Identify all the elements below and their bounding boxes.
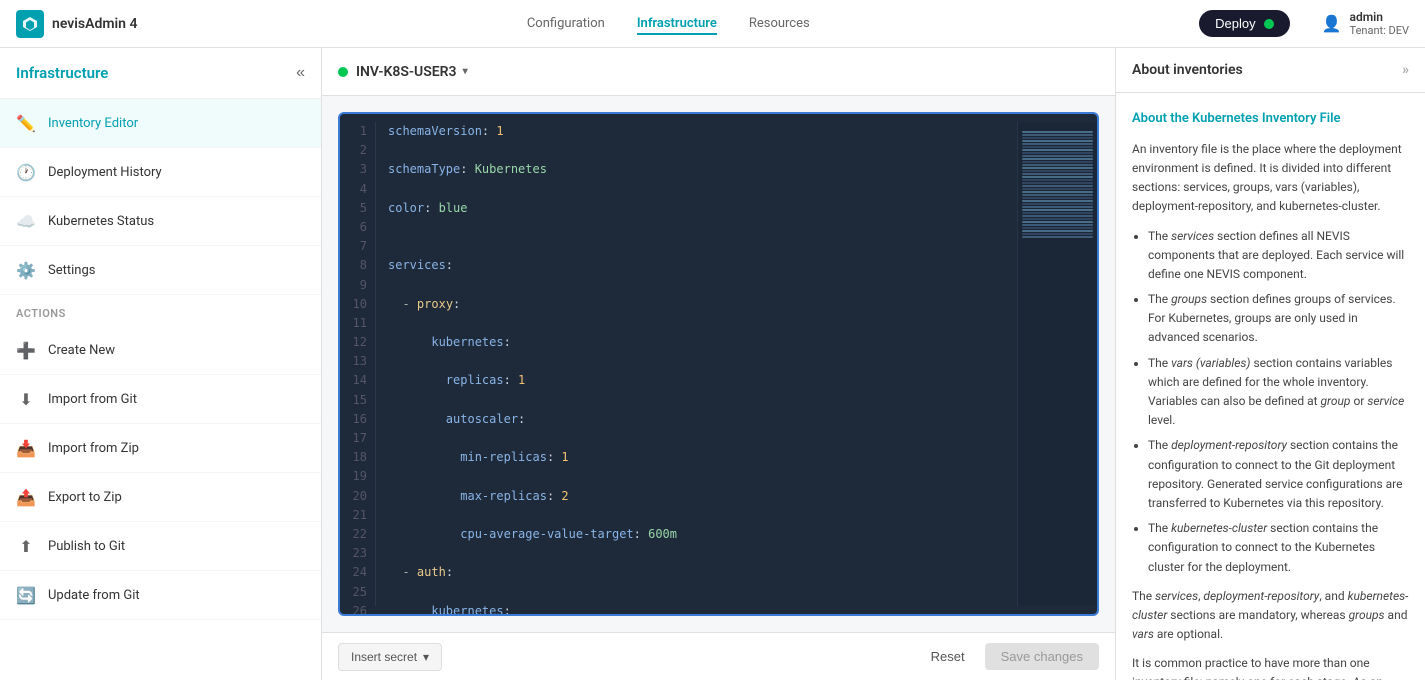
sidebar-header: Infrastructure « bbox=[0, 48, 321, 99]
content-toolbar: INV-K8S-USER3 ▾ bbox=[322, 48, 1115, 96]
sidebar-collapse-button[interactable]: « bbox=[296, 64, 305, 82]
about-list-item: The deployment-repository section contai… bbox=[1148, 436, 1409, 513]
update-git-icon: 🔄 bbox=[16, 585, 36, 605]
sidebar-item-label: Settings bbox=[48, 263, 95, 278]
insert-secret-label: Insert secret bbox=[351, 650, 417, 664]
about-list-item: The vars (variables) section contains va… bbox=[1148, 354, 1409, 431]
footer-right: Reset Save changes bbox=[919, 643, 1099, 670]
chevron-down-icon: ▾ bbox=[463, 66, 468, 77]
action-update-from-git[interactable]: 🔄 Update from Git bbox=[0, 571, 321, 620]
about-para1: The services, deployment-repository, and… bbox=[1132, 587, 1409, 645]
sidebar-title: Infrastructure bbox=[16, 64, 108, 82]
app-body: Infrastructure « ✏️ Inventory Editor 🕐 D… bbox=[0, 48, 1425, 680]
create-new-icon: ➕ bbox=[16, 340, 36, 360]
about-list: The services section defines all NEVIS c… bbox=[1148, 227, 1409, 577]
action-create-new[interactable]: ➕ Create New bbox=[0, 326, 321, 375]
action-publish-to-git[interactable]: ⬆ Publish to Git bbox=[0, 522, 321, 571]
inventory-editor-icon: ✏️ bbox=[16, 113, 36, 133]
about-list-item: The services section defines all NEVIS c… bbox=[1148, 227, 1409, 285]
line-numbers: 12345 678910 1112131415 1617181920 21222… bbox=[340, 122, 376, 606]
inventory-name: INV-K8S-USER3 bbox=[356, 64, 457, 80]
nav-infrastructure[interactable]: Infrastructure bbox=[637, 12, 717, 35]
action-label: Update from Git bbox=[48, 588, 140, 603]
sidebar-item-inventory-editor[interactable]: ✏️ Inventory Editor bbox=[0, 99, 321, 148]
top-nav: nevisAdmin 4 Configuration Infrastructur… bbox=[0, 0, 1425, 48]
publish-git-icon: ⬆ bbox=[16, 536, 36, 556]
sidebar-item-label: Inventory Editor bbox=[48, 116, 138, 131]
import-git-icon: ⬇ bbox=[16, 389, 36, 409]
about-intro: An inventory file is the place where the… bbox=[1132, 140, 1409, 217]
sidebar-item-label: Kubernetes Status bbox=[48, 214, 154, 229]
minimap bbox=[1017, 122, 1097, 606]
deployment-history-icon: 🕐 bbox=[16, 162, 36, 182]
right-panel-title: About inventories bbox=[1132, 62, 1243, 78]
nav-links: Configuration Infrastructure Resources bbox=[169, 12, 1167, 35]
sidebar-item-deployment-history[interactable]: 🕐 Deployment History bbox=[0, 148, 321, 197]
expand-icon[interactable]: » bbox=[1402, 62, 1409, 78]
right-panel: About inventories » About the Kubernetes… bbox=[1115, 48, 1425, 680]
right-panel-content: About the Kubernetes Inventory File An i… bbox=[1116, 93, 1425, 680]
about-para2: It is common practice to have more than … bbox=[1132, 654, 1409, 680]
inventory-selector[interactable]: INV-K8S-USER3 ▾ bbox=[356, 64, 468, 80]
action-label: Create New bbox=[48, 343, 115, 358]
deploy-status-dot bbox=[1264, 19, 1274, 29]
action-import-from-git[interactable]: ⬇ Import from Git bbox=[0, 375, 321, 424]
code-editor[interactable]: 12345 678910 1112131415 1617181920 21222… bbox=[338, 112, 1099, 616]
user-icon: 👤 bbox=[1322, 14, 1342, 33]
action-label: Import from Zip bbox=[48, 441, 139, 456]
app-name: nevisAdmin 4 bbox=[52, 16, 137, 32]
action-label: Export to Zip bbox=[48, 490, 122, 505]
insert-secret-button[interactable]: Insert secret ▾ bbox=[338, 643, 442, 671]
tenant-label: Tenant: DEV bbox=[1350, 24, 1409, 37]
app-logo[interactable]: nevisAdmin 4 bbox=[16, 10, 137, 38]
sidebar-item-label: Deployment History bbox=[48, 165, 162, 180]
sidebar-item-kubernetes-status[interactable]: ☁️ Kubernetes Status bbox=[0, 197, 321, 246]
editor-footer: Insert secret ▾ Reset Save changes bbox=[322, 632, 1115, 680]
sidebar-item-settings[interactable]: ⚙️ Settings bbox=[0, 246, 321, 295]
about-list-item: The groups section defines groups of ser… bbox=[1148, 290, 1409, 348]
code-lines: 12345 678910 1112131415 1617181920 21222… bbox=[340, 114, 1097, 614]
export-zip-icon: 📤 bbox=[16, 487, 36, 507]
main-content: INV-K8S-USER3 ▾ 12345 678910 1112131415 … bbox=[322, 48, 1115, 680]
settings-icon: ⚙️ bbox=[16, 260, 36, 280]
user-name: admin bbox=[1350, 10, 1409, 24]
code-content: schemaVersion: 1 schemaType: Kubernetes … bbox=[376, 122, 1017, 606]
nav-configuration[interactable]: Configuration bbox=[527, 12, 605, 35]
kubernetes-status-icon: ☁️ bbox=[16, 211, 36, 231]
inventory-status-dot bbox=[338, 67, 348, 77]
deploy-button[interactable]: Deploy bbox=[1199, 10, 1289, 37]
sidebar: Infrastructure « ✏️ Inventory Editor 🕐 D… bbox=[0, 48, 322, 680]
about-list-item: The kubernetes-cluster section contains … bbox=[1148, 519, 1409, 577]
action-label: Publish to Git bbox=[48, 539, 125, 554]
save-changes-button[interactable]: Save changes bbox=[985, 643, 1099, 670]
nav-resources[interactable]: Resources bbox=[749, 12, 810, 35]
chevron-down-icon: ▾ bbox=[423, 650, 429, 664]
deploy-label: Deploy bbox=[1215, 16, 1255, 31]
action-export-to-zip[interactable]: 📤 Export to Zip bbox=[0, 473, 321, 522]
actions-label: ACTIONS bbox=[0, 295, 321, 326]
about-heading: About the Kubernetes Inventory File bbox=[1132, 109, 1409, 130]
import-zip-icon: 📥 bbox=[16, 438, 36, 458]
logo-icon bbox=[16, 10, 44, 38]
reset-button[interactable]: Reset bbox=[919, 643, 977, 670]
action-import-from-zip[interactable]: 📥 Import from Zip bbox=[0, 424, 321, 473]
right-panel-header: About inventories » bbox=[1116, 48, 1425, 93]
action-label: Import from Git bbox=[48, 392, 137, 407]
user-info: 👤 admin Tenant: DEV bbox=[1322, 10, 1409, 37]
editor-container: 12345 678910 1112131415 1617181920 21222… bbox=[322, 96, 1115, 632]
